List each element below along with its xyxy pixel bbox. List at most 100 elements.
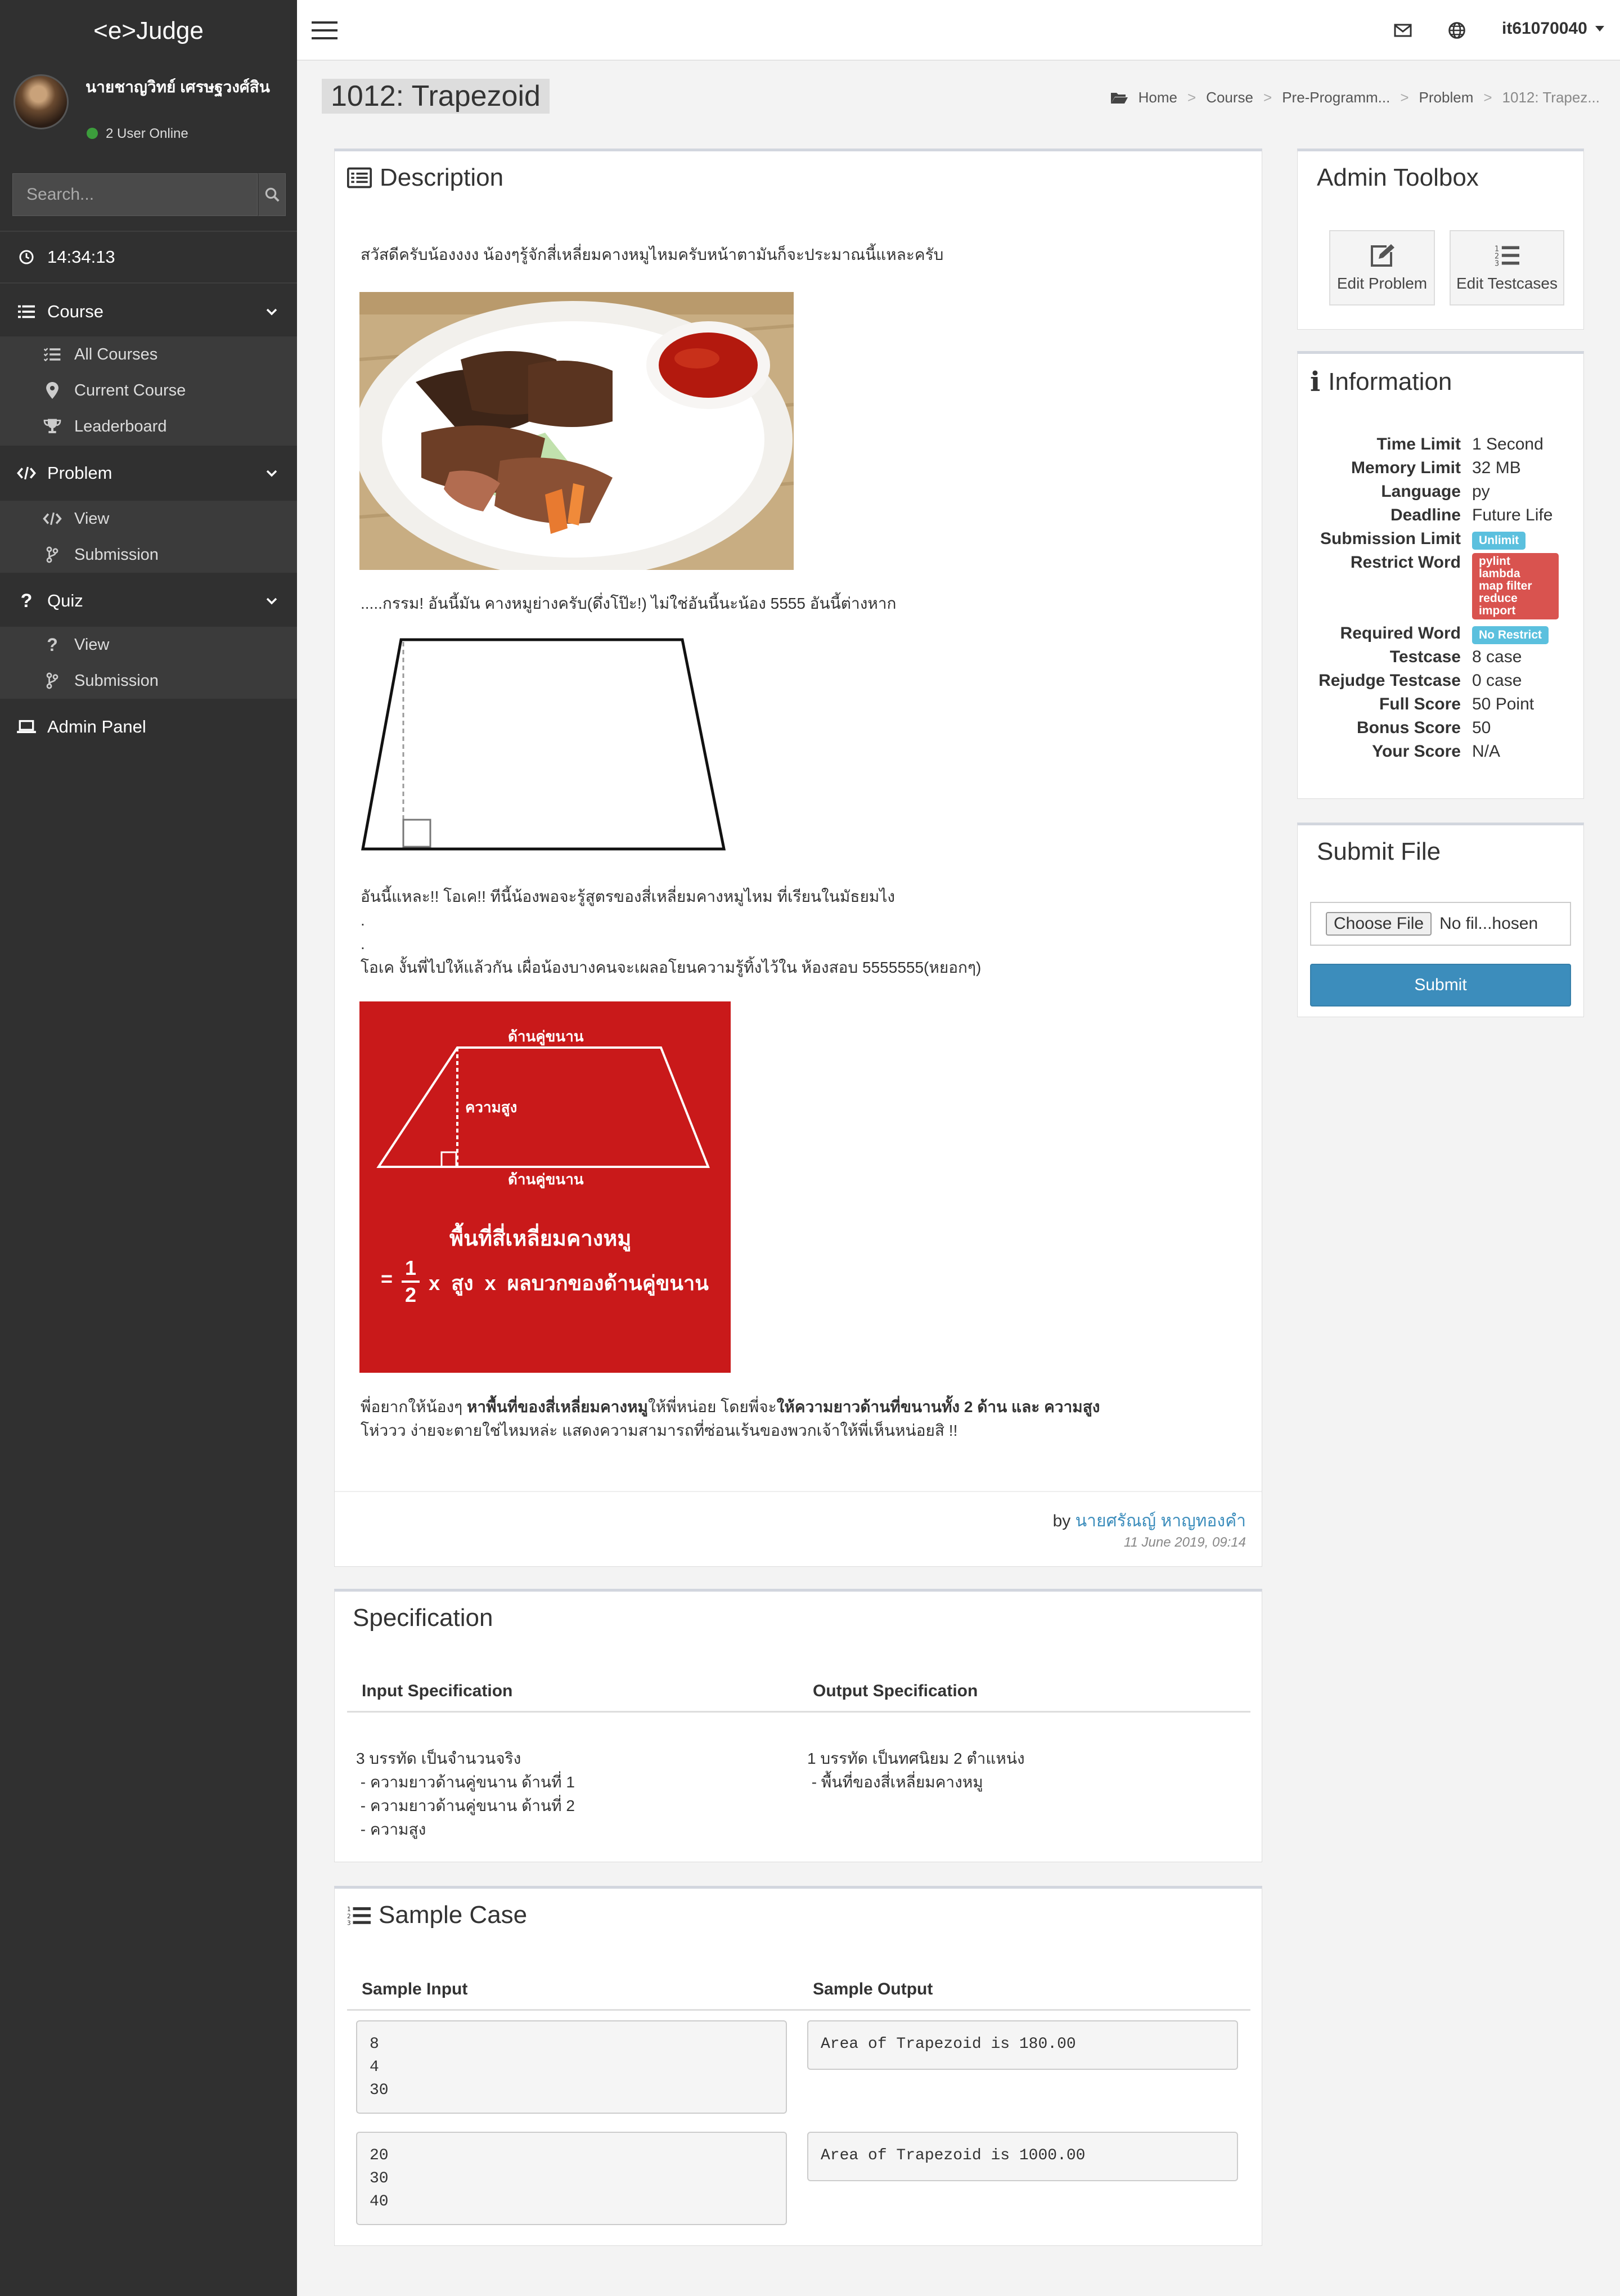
envelope-icon[interactable] (1394, 24, 1412, 37)
submit-button[interactable]: Submit (1310, 964, 1571, 1007)
top-navbar: it61070040 (297, 0, 1620, 61)
sidebar-item-label: All Courses (74, 345, 158, 363)
info-value: 50 Point (1472, 695, 1534, 713)
formula-rest: x สูง x ผลบวกของด้านคู่ขนาน (429, 1271, 709, 1295)
info-key: Memory Limit (1351, 459, 1461, 477)
sidebar-item-leaderboard[interactable]: Leaderboard (0, 408, 297, 444)
sidebar-item-quiz[interactable]: ? Quiz (0, 577, 297, 624)
breadcrumb: Home > Course > Pre-Programm... > Problem > … (1110, 89, 1600, 106)
svg-text:3: 3 (1495, 259, 1499, 268)
sample-output-1: Area of Trapezoid is 180.00 (807, 2020, 1238, 2070)
task-text-3: ให้พี่หน่อย โดยพี่จะ (647, 1398, 777, 1416)
sample-case-title: Sample Case (379, 1901, 528, 1929)
sidebar-item-admin-panel[interactable]: Admin Panel (0, 703, 297, 751)
task-text-2-line: โห่ววว ง่ายจะตายใช่ไหมหล่ะ แสดงความสามาร… (361, 1422, 958, 1439)
description-text: สวัสดีครับน้องงงง น้องๆรู้จักสี่เหลี่ยมค… (361, 246, 944, 263)
sidebar-item-label: Submission (74, 545, 159, 564)
file-name-text: No fil...hosen (1439, 914, 1538, 933)
list-icon (18, 305, 35, 318)
task-text-4: ให้ความยาวด้านที่ขนานทั้ง 2 ด้าน และ ควา… (776, 1398, 1100, 1416)
info-value: N/A (1472, 742, 1501, 761)
sidebar-item-all-courses[interactable]: All Courses (0, 336, 297, 372)
submit-file-title: Submit File (1317, 838, 1441, 865)
sample-output-header: Sample Output (813, 1980, 933, 1998)
sidebar-clock: 14:34:13 (0, 232, 297, 282)
sidebar-item-label: Quiz (47, 591, 83, 610)
output-spec-header: Output Specification (813, 1682, 978, 1700)
sidebar-search (12, 173, 286, 216)
information-header: i Information (1310, 366, 1452, 398)
description-title: Description (380, 164, 504, 191)
formula-height-label: ความสูง (465, 1099, 518, 1116)
user-name: นายชาญวิทย์ เศรษฐวงศ์สิน (86, 78, 270, 96)
sidebar-item-label: Admin Panel (47, 717, 146, 736)
restrict-word: pylint (1479, 555, 1510, 568)
sample-input-1: 8 4 30 (356, 2020, 787, 2114)
info-value: 0 case (1472, 671, 1522, 690)
breadcrumb-course-name[interactable]: Pre-Programm... (1282, 89, 1390, 106)
breadcrumb-course[interactable]: Course (1206, 89, 1253, 106)
course-submenu: All Courses Current Course Leaderboard (0, 336, 297, 446)
admin-toolbox-title: Admin Toolbox (1317, 164, 1479, 191)
laptop-icon (17, 720, 36, 734)
sidebar-item-current-course[interactable]: Current Course (0, 372, 297, 408)
edit-testcases-label: Edit Testcases (1456, 275, 1558, 292)
info-value: 1 Second (1472, 435, 1544, 453)
hamburger-menu-icon[interactable] (312, 21, 338, 39)
page-title: 1012: Trapezoid (322, 79, 550, 114)
formula-top-label: ด้านคู่ขนาน (508, 1028, 584, 1045)
search-button[interactable] (258, 173, 286, 216)
sample-input-header: Sample Input (362, 1980, 468, 1998)
search-input[interactable] (12, 173, 258, 216)
sidebar-item-problem[interactable]: Problem (0, 450, 297, 496)
input-spec-header: Input Specification (362, 1682, 513, 1700)
info-value: py (1472, 482, 1490, 501)
quiz-submenu: ? View Submission (0, 627, 297, 699)
chevron-down-icon (266, 597, 277, 605)
svg-text:2: 2 (347, 1913, 351, 1920)
file-input[interactable]: Choose File No fil...hosen (1310, 902, 1571, 946)
edit-testcases-button[interactable]: 123 Edit Testcases (1450, 230, 1564, 305)
info-icon: i (1310, 366, 1321, 398)
edit-icon (1371, 244, 1394, 267)
info-key: Full Score (1379, 695, 1461, 713)
sidebar-item-label: Submission (74, 671, 159, 690)
required-word-badge: No Restrict (1472, 626, 1549, 644)
sidebar: <e>Judge นายชาญวิทย์ เศรษฐวงศ์สิน 2 User… (0, 0, 297, 2296)
user-menu[interactable]: it61070040 (1502, 19, 1604, 38)
caret-down-icon (1595, 26, 1604, 32)
list-ol-icon: 123 (1495, 245, 1519, 268)
info-key: Rejudge Testcase (1318, 671, 1461, 690)
breadcrumb-current: 1012: Trapez... (1502, 89, 1600, 106)
sidebar-item-quiz-submission[interactable]: Submission (0, 663, 297, 699)
submit-file-box: Submit File Choose File No fil...hosen S… (1297, 823, 1584, 1017)
sidebar-item-problem-submission[interactable]: Submission (0, 537, 297, 573)
info-key: Time Limit (1376, 435, 1461, 453)
sidebar-item-quiz-view[interactable]: ? View (0, 627, 297, 663)
admin-toolbox-box: Admin Toolbox Edit Problem 123 Edit Test… (1297, 149, 1584, 330)
formula-fraction: 1 2 (402, 1256, 420, 1307)
info-key: Bonus Score (1356, 718, 1461, 737)
submission-limit-badge: Unlimit (1472, 532, 1526, 550)
restrict-word: reduce (1479, 592, 1518, 605)
trophy-icon (43, 419, 61, 433)
globe-icon[interactable] (1448, 21, 1466, 39)
list-ol-icon: 123 (347, 1906, 371, 1926)
app-logo[interactable]: <e>Judge (0, 0, 297, 62)
choose-file-button[interactable]: Choose File (1326, 912, 1432, 936)
breadcrumb-home[interactable]: Home (1138, 89, 1177, 106)
author-link[interactable]: นายศรัณญ์ หาญทองคำ (1076, 1512, 1246, 1530)
edit-problem-button[interactable]: Edit Problem (1329, 230, 1435, 305)
question-icon: ? (20, 590, 33, 612)
svg-text:3: 3 (347, 1920, 351, 1926)
author-line: by นายศรัณญ์ หาญทองคำ (1053, 1508, 1246, 1534)
sidebar-item-course[interactable]: Course (0, 288, 297, 335)
description-box-continued: ด้านคู่ขนาน ความสูง ด้านคู่ขนาน พื้นที่ส… (334, 1001, 1262, 1567)
breadcrumb-problem[interactable]: Problem (1419, 89, 1474, 106)
output-spec: 1 บรรทัด เป็นทศนิยม 2 ตำแหน่ง - พื้นที่ข… (807, 1747, 1025, 1794)
code-icon (17, 466, 36, 480)
sidebar-item-label: Course (47, 302, 104, 321)
sidebar-item-problem-view[interactable]: View (0, 501, 297, 537)
sidebar-item-label: Problem (47, 463, 112, 483)
list-alt-icon (347, 167, 372, 188)
